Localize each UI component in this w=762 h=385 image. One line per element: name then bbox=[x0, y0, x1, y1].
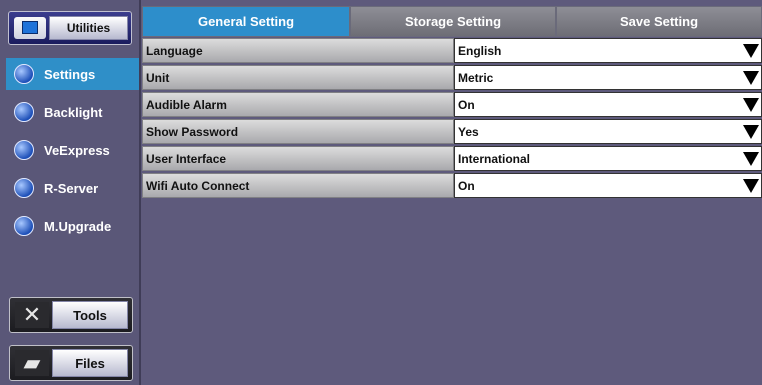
monitor-icon bbox=[14, 17, 46, 39]
settings-icon bbox=[14, 64, 34, 84]
folder-icon: ▰ bbox=[15, 350, 49, 376]
sidebar: Utilities Settings Backlight VeExpress R… bbox=[0, 0, 141, 385]
audible-alarm-select[interactable]: On bbox=[454, 92, 762, 117]
tab-storage-setting[interactable]: Storage Setting bbox=[350, 6, 556, 37]
setting-label: User Interface bbox=[142, 146, 454, 171]
tools-button[interactable]: ✕ Tools bbox=[9, 297, 133, 333]
files-button[interactable]: ▰ Files bbox=[9, 345, 133, 381]
sidebar-item-label: Backlight bbox=[44, 104, 103, 120]
tab-general-setting[interactable]: General Setting bbox=[142, 6, 350, 37]
setting-label: Wifi Auto Connect bbox=[142, 173, 454, 198]
unit-select[interactable]: Metric bbox=[454, 65, 762, 90]
tools-icon: ✕ bbox=[15, 302, 49, 328]
setting-value: On bbox=[458, 97, 475, 112]
sidebar-item-r-server[interactable]: R-Server bbox=[6, 172, 138, 204]
tools-label: Tools bbox=[52, 301, 128, 329]
files-label: Files bbox=[52, 349, 128, 377]
veexpress-icon bbox=[14, 140, 34, 160]
utilities-label: Utilities bbox=[49, 16, 128, 40]
settings-table: Language English Unit Metric Audible Ala… bbox=[142, 38, 762, 200]
upgrade-icon bbox=[14, 216, 34, 236]
settings-tabs: General Setting Storage Setting Save Set… bbox=[142, 6, 762, 37]
setting-row-unit: Unit Metric bbox=[142, 65, 762, 90]
dropdown-arrow-icon[interactable] bbox=[743, 179, 759, 193]
setting-value: Metric bbox=[458, 70, 494, 85]
sidebar-item-settings[interactable]: Settings bbox=[6, 58, 139, 90]
dropdown-arrow-icon[interactable] bbox=[743, 98, 759, 112]
sidebar-item-veexpress[interactable]: VeExpress bbox=[6, 134, 138, 166]
show-password-select[interactable]: Yes bbox=[454, 119, 762, 144]
dropdown-arrow-icon[interactable] bbox=[743, 71, 759, 85]
setting-label: Audible Alarm bbox=[142, 92, 454, 117]
setting-label: Unit bbox=[142, 65, 454, 90]
utilities-button[interactable]: Utilities bbox=[8, 11, 132, 45]
setting-row-wifi-auto-connect: Wifi Auto Connect On bbox=[142, 173, 762, 198]
wifi-auto-connect-select[interactable]: On bbox=[454, 173, 762, 198]
sidebar-item-label: Settings bbox=[44, 66, 96, 82]
setting-row-user-interface: User Interface International bbox=[142, 146, 762, 171]
sidebar-item-label: M.Upgrade bbox=[44, 218, 112, 234]
backlight-icon bbox=[14, 102, 34, 122]
setting-value: English bbox=[458, 43, 502, 58]
sidebar-item-m-upgrade[interactable]: M.Upgrade bbox=[6, 210, 138, 242]
sidebar-item-label: VeExpress bbox=[44, 142, 110, 158]
setting-label: Language bbox=[142, 38, 454, 63]
dropdown-arrow-icon[interactable] bbox=[743, 44, 759, 58]
sidebar-item-backlight[interactable]: Backlight bbox=[6, 96, 138, 128]
dropdown-arrow-icon[interactable] bbox=[743, 152, 759, 166]
user-interface-select[interactable]: International bbox=[454, 146, 762, 171]
setting-value: International bbox=[458, 151, 531, 166]
setting-row-audible-alarm: Audible Alarm On bbox=[142, 92, 762, 117]
r-server-icon bbox=[14, 178, 34, 198]
setting-row-language: Language English bbox=[142, 38, 762, 63]
setting-label: Show Password bbox=[142, 119, 454, 144]
language-select[interactable]: English bbox=[454, 38, 762, 63]
tab-save-setting[interactable]: Save Setting bbox=[556, 6, 762, 37]
sidebar-item-label: R-Server bbox=[44, 180, 99, 196]
setting-value: On bbox=[458, 178, 475, 193]
setting-value: Yes bbox=[458, 124, 479, 139]
setting-row-show-password: Show Password Yes bbox=[142, 119, 762, 144]
dropdown-arrow-icon[interactable] bbox=[743, 125, 759, 139]
